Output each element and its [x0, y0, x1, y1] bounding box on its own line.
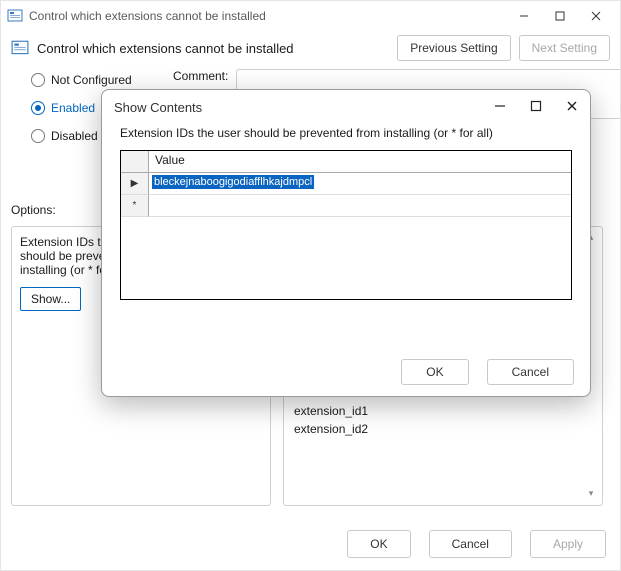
previous-setting-button[interactable]: Previous Setting: [397, 35, 510, 61]
grid-row-new[interactable]: *: [121, 195, 571, 217]
radio-label: Not Configured: [51, 73, 132, 87]
grid-cell[interactable]: bleckejnaboogigodiafflhkajdmpcl: [149, 173, 571, 195]
modal-ok-button[interactable]: OK: [401, 359, 468, 385]
policy-icon: [11, 39, 29, 57]
grid-header-row: Value: [121, 151, 571, 173]
comment-label: Comment:: [173, 69, 228, 83]
grid-row[interactable]: ▶ bleckejnaboogigodiafflhkajdmpcl: [121, 173, 571, 195]
dialog-footer: OK Cancel Apply: [1, 518, 620, 570]
value-grid[interactable]: Value ▶ bleckejnaboogigodiafflhkajdmpcl …: [120, 150, 572, 300]
options-label: Options:: [11, 203, 56, 217]
apply-button: Apply: [530, 530, 606, 558]
app-icon: [7, 8, 23, 24]
show-button[interactable]: Show...: [20, 287, 81, 311]
modal-subtitle: Extension IDs the user should be prevent…: [102, 124, 590, 150]
radio-label: Enabled: [51, 101, 95, 115]
modal-minimize-button[interactable]: [494, 100, 506, 115]
policy-window: Control which extensions cannot be insta…: [0, 0, 621, 571]
row-indicator-current: ▶: [121, 173, 149, 195]
header: Control which extensions cannot be insta…: [1, 31, 620, 71]
close-button[interactable]: [578, 2, 614, 30]
modal-titlebar: Show Contents: [102, 90, 590, 124]
modal-maximize-button[interactable]: [530, 100, 542, 115]
grid-corner: [121, 151, 149, 173]
grid-cell-empty[interactable]: [149, 195, 571, 217]
maximize-button[interactable]: [542, 2, 578, 30]
help-example: extension_id2: [294, 421, 578, 438]
help-example: extension_id1: [294, 403, 578, 420]
modal-cancel-button[interactable]: Cancel: [487, 359, 574, 385]
modal-close-button[interactable]: [566, 100, 578, 115]
modal-title: Show Contents: [114, 100, 202, 115]
next-setting-button: Next Setting: [519, 35, 610, 61]
modal-footer: OK Cancel: [102, 348, 590, 396]
show-contents-dialog: Show Contents Extension IDs the user sho…: [101, 89, 591, 397]
scroll-down-icon[interactable]: ▾: [584, 487, 598, 501]
minimize-button[interactable]: [506, 2, 542, 30]
titlebar: Control which extensions cannot be insta…: [1, 1, 620, 31]
header-title: Control which extensions cannot be insta…: [37, 41, 294, 56]
ok-button[interactable]: OK: [347, 530, 410, 558]
window-title: Control which extensions cannot be insta…: [29, 9, 266, 23]
cancel-button[interactable]: Cancel: [429, 530, 512, 558]
radio-label: Disabled: [51, 129, 98, 143]
selected-value[interactable]: bleckejnaboogigodiafflhkajdmpcl: [152, 175, 314, 189]
grid-col-header[interactable]: Value: [149, 151, 571, 173]
row-indicator-new: *: [121, 195, 149, 217]
